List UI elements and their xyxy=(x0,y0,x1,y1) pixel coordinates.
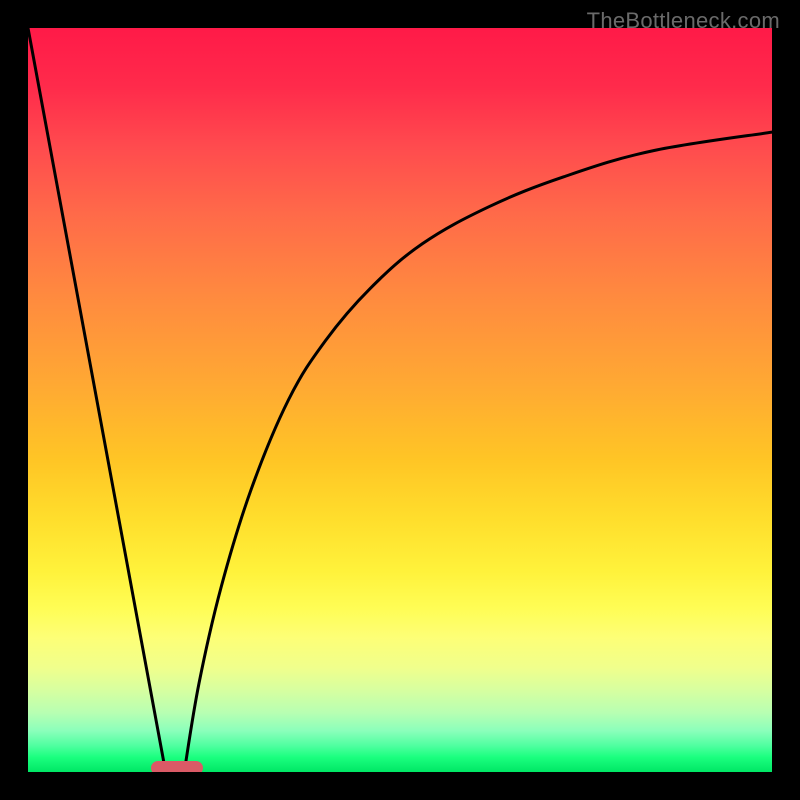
curve-layer xyxy=(28,28,772,772)
plot-area xyxy=(28,28,772,772)
bottleneck-marker xyxy=(151,761,203,772)
right-curve xyxy=(184,132,772,772)
watermark-text: TheBottleneck.com xyxy=(587,8,780,34)
left-line xyxy=(28,28,166,772)
